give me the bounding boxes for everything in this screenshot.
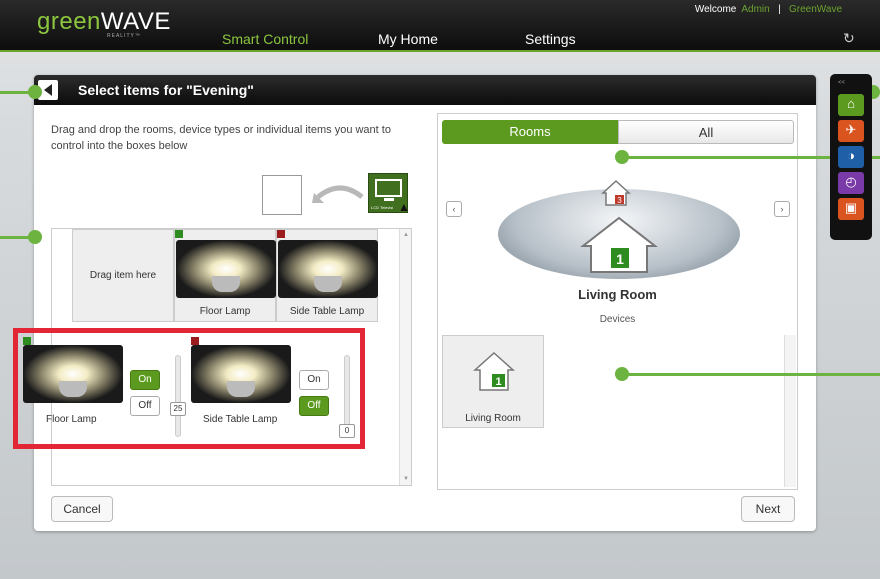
scroll-down-icon[interactable]: ▼ — [403, 476, 409, 482]
floor-lamp-dimmer-thumb[interactable]: 25 — [170, 402, 186, 416]
callout-line — [0, 91, 30, 94]
callout-line — [625, 373, 880, 376]
curved-arrow-icon — [312, 185, 364, 203]
living-room-tile[interactable]: 1 Living Room — [442, 335, 544, 428]
rooms-panel: Rooms All ‹ › 1 3 Living Room Devices 1 … — [437, 113, 798, 490]
next-room-icon[interactable]: › — [774, 201, 790, 217]
small-house-icon: 3 — [601, 179, 631, 206]
select-items-panel: Select items for "Evening" Drag and drop… — [34, 75, 816, 531]
tile-label: Side Table Lamp — [289, 306, 365, 317]
floor-lamp-image — [23, 345, 123, 403]
side-table-lamp-dimmer-thumb[interactable]: 0 — [339, 424, 355, 438]
tab-all[interactable]: All — [618, 120, 794, 144]
greenwave-logo[interactable]: greenWAVE REALITY™ — [37, 8, 171, 39]
status-flag — [191, 337, 199, 345]
welcome-text: Welcome Admin | GreenWave — [695, 4, 842, 15]
room-badge: 1 — [616, 251, 624, 267]
room-list-scrollbar[interactable] — [784, 335, 796, 487]
side-table-lamp-off-button[interactable]: Off — [299, 396, 329, 416]
room-subtitle: Devices — [599, 314, 636, 325]
callout-dot — [28, 85, 42, 99]
prev-room-icon[interactable]: ‹ — [446, 201, 462, 217]
drop-target-box — [262, 175, 302, 215]
tile-label: Floor Lamp — [199, 306, 251, 317]
tv-caption: LCD Televisi — [371, 205, 394, 210]
side-table-lamp-image — [191, 345, 291, 403]
callout-dot — [615, 367, 629, 381]
lcd-television-icon[interactable]: LCD Televisi ▲ — [368, 173, 410, 214]
callout-dot — [28, 230, 42, 244]
instructions-text: Drag and drop the rooms, device types or… — [51, 124, 391, 152]
scroll-up-icon[interactable]: ▲ — [403, 232, 409, 238]
callout-line — [0, 236, 30, 239]
welcome-prefix: Welcome — [694, 4, 737, 15]
floor-lamp-on-button[interactable]: On — [130, 370, 160, 390]
away-icon[interactable]: ✈ — [838, 120, 864, 142]
top-badge: 3 — [617, 196, 622, 205]
panel-header: Select items for "Evening" — [34, 75, 816, 105]
tv-icon[interactable]: ▣ — [838, 198, 864, 220]
floor-lamp-off-button[interactable]: Off — [130, 396, 160, 416]
next-button[interactable]: Next — [741, 496, 795, 522]
nav-my-home[interactable]: My Home — [378, 31, 438, 47]
status-flag — [23, 337, 31, 345]
drop-area-scrollbar[interactable]: ▲ ▼ — [399, 229, 411, 485]
panel-title: Select items for "Evening" — [78, 82, 254, 98]
room-name: Living Room — [578, 287, 657, 302]
nav-smart-control[interactable]: Smart Control — [222, 31, 308, 47]
dock-collapse-icon[interactable]: << — [838, 80, 845, 86]
drag-here-label: Drag item here — [89, 270, 157, 281]
home-icon[interactable]: ⌂ — [838, 94, 864, 116]
logo-tagline: REALITY™ — [107, 33, 141, 39]
logo-text: green — [37, 8, 101, 35]
control-label: Side Table Lamp — [203, 414, 278, 425]
tile-label: Living Room — [465, 413, 521, 424]
house-icon: 1 — [580, 216, 658, 273]
org-link[interactable]: GreenWave — [789, 4, 842, 15]
refresh-icon[interactable]: ↻ — [843, 30, 855, 47]
floor-lamp-dimmer-slider[interactable] — [175, 355, 181, 437]
tile-badge: 1 — [495, 376, 501, 388]
house-icon: 1 — [473, 351, 515, 391]
floor-lamp-tile[interactable]: Floor Lamp — [174, 229, 276, 322]
control-label: Floor Lamp — [46, 414, 97, 425]
tab-rooms[interactable]: Rooms — [442, 120, 618, 144]
side-dock: << ⌂ ✈ ◑ ◴ ▣ — [830, 74, 872, 240]
status-flag — [277, 230, 285, 238]
separator: | — [778, 4, 781, 15]
callout-dot — [615, 150, 629, 164]
clock-icon[interactable]: ◴ — [838, 172, 864, 194]
night-icon[interactable]: ◑ — [838, 146, 864, 168]
user-link[interactable]: Admin — [741, 4, 769, 15]
top-bar: greenWAVE REALITY™ Smart Control My Home… — [0, 0, 880, 52]
cancel-button[interactable]: Cancel — [51, 496, 113, 522]
side-table-lamp-tile[interactable]: Side Table Lamp — [276, 229, 378, 322]
side-table-lamp-on-button[interactable]: On — [299, 370, 329, 390]
status-flag — [175, 230, 183, 238]
drag-item-here-box[interactable]: Drag item here — [72, 229, 174, 322]
lamp-bulb-icon — [278, 240, 378, 298]
cursor-icon: ▲ — [398, 200, 410, 214]
nav-settings[interactable]: Settings — [525, 31, 576, 47]
lamp-bulb-icon — [176, 240, 276, 298]
